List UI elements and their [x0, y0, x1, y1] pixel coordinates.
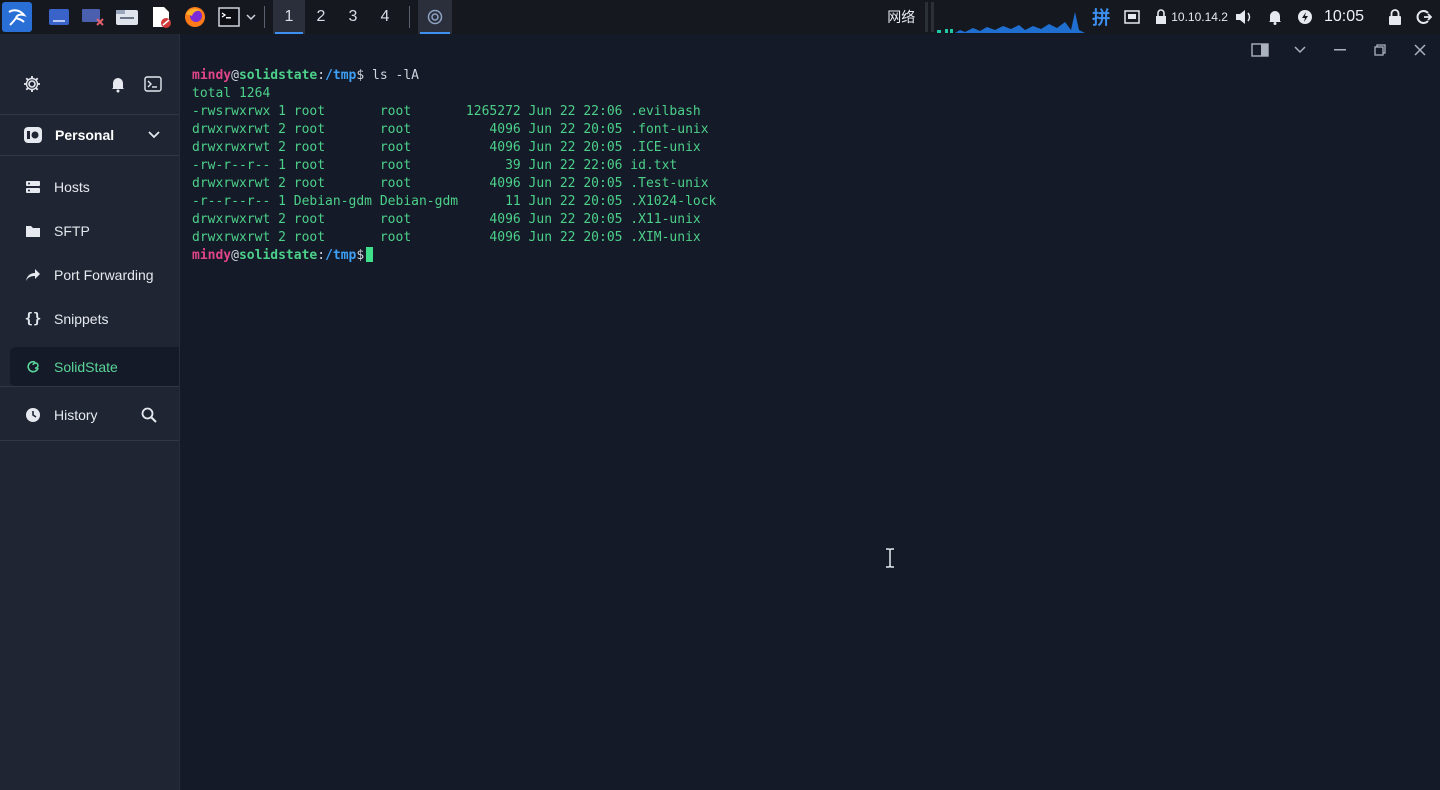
clipboard-icon[interactable]: [1124, 10, 1140, 24]
sidebar: Personal Hosts SFTP Port Forwarding {} S…: [0, 34, 180, 790]
command-text: ls -lA: [364, 68, 420, 83]
sidebar-item-label: SolidState: [54, 359, 118, 375]
termius-window-button[interactable]: [418, 0, 452, 34]
workspace-4[interactable]: 4: [369, 0, 401, 34]
search-icon[interactable]: [141, 407, 157, 423]
terminal-cursor: [366, 247, 374, 262]
sidebar-item-label: Snippets: [54, 311, 109, 327]
prompt-host: solidstate: [238, 248, 318, 263]
port-forward-icon: [23, 268, 43, 282]
terminal-pane[interactable]: mindy@solidstate:/tmp$ ls -lA total 1264-…: [180, 34, 1440, 790]
prompt-user: mindy: [192, 68, 232, 83]
sidebar-item-history[interactable]: History: [0, 395, 179, 435]
workspace-2[interactable]: 2: [305, 0, 337, 34]
braces-icon: {}: [24, 311, 42, 327]
sidebar-item-sftp[interactable]: SFTP: [0, 211, 179, 251]
output-line: -r--r--r-- 1 Debian-gdm Debian-gdm 11 Ju…: [192, 194, 717, 209]
ime-label: 拼: [1092, 8, 1111, 28]
output-line: -rw-r--r-- 1 root root 39 Jun 22 22:06 i…: [192, 158, 678, 173]
input-method-icon[interactable]: 拼: [1092, 4, 1110, 30]
terminal-output[interactable]: mindy@solidstate:/tmp$ ls -lA total 1264-…: [192, 67, 716, 265]
taskbar-separator: [409, 6, 410, 28]
text-editor-icon[interactable]: [148, 4, 174, 30]
prompt-dollar: $: [356, 248, 365, 263]
prompt-line: mindy@solidstate:/tmp$ ls -lA: [192, 67, 716, 85]
prompt-colon: :: [317, 248, 326, 263]
show-desktop-icon[interactable]: [46, 4, 72, 30]
taskbar-separator: [264, 6, 265, 28]
restore-icon[interactable]: [1360, 44, 1400, 56]
split-pane-icon[interactable]: [1240, 43, 1280, 57]
output-line: drwxrwxrwt 2 root root 4096 Jun 22 20:05…: [192, 230, 701, 245]
sidebar-item-label: History: [54, 407, 98, 423]
sidebar-item-label: Port Forwarding: [54, 267, 154, 283]
power-icon[interactable]: [1297, 9, 1313, 25]
firefox-icon[interactable]: [182, 4, 208, 30]
close-icon[interactable]: [1400, 44, 1440, 56]
debian-swirl-icon: [23, 360, 43, 374]
output-line: -rwsrwxrwx 1 root root 1265272 Jun 22 22…: [192, 104, 701, 119]
chevron-down-icon[interactable]: [1280, 46, 1320, 54]
logout-icon[interactable]: [1416, 9, 1432, 25]
sidebar-item-snippets[interactable]: {} Snippets: [0, 299, 179, 339]
volume-icon[interactable]: [1235, 9, 1253, 25]
prompt-colon: :: [317, 68, 326, 83]
file-manager-icon[interactable]: [114, 4, 140, 30]
output-line: drwxrwxrwt 2 root root 4096 Jun 22 20:05…: [192, 122, 709, 137]
sidebar-item-solidstate[interactable]: SolidState: [10, 347, 179, 387]
output-line: total 1264: [192, 86, 271, 101]
clock-icon: [23, 407, 43, 423]
hosts-icon: [23, 180, 43, 195]
workspace-3[interactable]: 3: [337, 0, 369, 34]
notifications-bell-icon[interactable]: [110, 75, 126, 93]
vault-icon: [23, 126, 43, 144]
terminal-launcher-icon[interactable]: [216, 4, 242, 30]
sidebar-divider: [0, 440, 179, 441]
lock-screen-icon[interactable]: [1388, 9, 1402, 25]
network-label: 网络: [887, 9, 916, 25]
chevron-down-icon[interactable]: [246, 13, 256, 21]
window-controls: [1240, 38, 1440, 62]
vault-selector[interactable]: Personal: [0, 114, 179, 156]
vault-label: Personal: [55, 127, 115, 143]
network-graph: [925, 0, 1086, 34]
clock: 10:05: [1323, 8, 1364, 25]
notification-bell-icon[interactable]: [1267, 9, 1283, 25]
sidebar-item-hosts[interactable]: Hosts: [0, 167, 179, 207]
prompt-line: mindy@solidstate:/tmp$: [192, 247, 716, 265]
chevron-down-icon[interactable]: [148, 131, 160, 139]
output-line: drwxrwxrwt 2 root root 4096 Jun 22 20:05…: [192, 140, 701, 155]
terminal-icon[interactable]: [144, 76, 162, 92]
sidebar-item-label: SFTP: [54, 223, 90, 239]
sidebar-item-port-forwarding[interactable]: Port Forwarding: [0, 255, 179, 295]
sidebar-item-label: Hosts: [54, 179, 90, 195]
prompt-path: /tmp: [325, 68, 357, 83]
prompt-at: @: [231, 68, 239, 83]
vpn-lock-icon[interactable]: [1154, 9, 1168, 25]
prompt-host: solidstate: [238, 68, 318, 83]
prompt-user: mindy: [192, 248, 232, 263]
output-line: drwxrwxrwt 2 root root 4096 Jun 22 20:05…: [192, 176, 709, 191]
sidebar-divider: [0, 386, 179, 387]
workspace-switcher-icon[interactable]: [80, 4, 106, 30]
output-line: drwxrwxrwt 2 root root 4096 Jun 22 20:05…: [192, 212, 701, 227]
prompt-path: /tmp: [325, 248, 357, 263]
folder-icon: [23, 224, 43, 238]
termius-app-icon: [427, 9, 443, 25]
settings-gear-icon[interactable]: [23, 75, 41, 93]
workspace-1[interactable]: 1: [273, 0, 305, 34]
prompt-at: @: [231, 248, 239, 263]
minimize-icon[interactable]: [1320, 49, 1360, 51]
kali-menu-icon[interactable]: [2, 2, 32, 32]
vpn-ip-address: 10.10.14.2: [1171, 10, 1228, 24]
taskbar: 1 2 3 4 网络 拼 10.10.14.2 10:05: [0, 0, 1440, 34]
text-cursor-icon: [885, 548, 895, 573]
